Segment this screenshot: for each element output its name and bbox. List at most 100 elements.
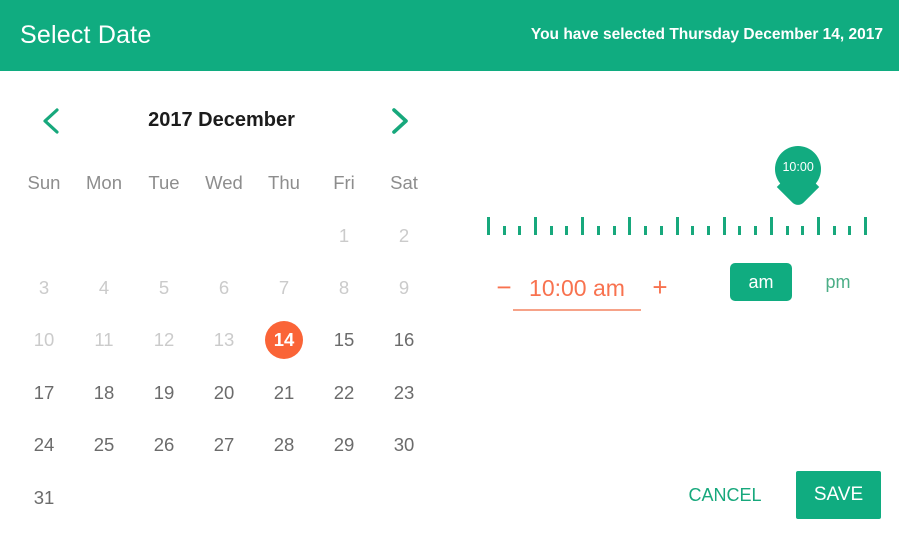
calendar-day: 13: [213, 329, 235, 351]
dow-label: Wed: [205, 172, 243, 194]
calendar-day[interactable]: 29: [314, 419, 374, 471]
calendar-day[interactable]: 17: [14, 367, 74, 419]
calendar-day-empty: [374, 471, 434, 523]
calendar-day[interactable]: 23: [374, 367, 434, 419]
calendar-day[interactable]: 24: [14, 419, 74, 471]
calendar-day[interactable]: 25: [74, 419, 134, 471]
dow-label: Tue: [148, 172, 180, 194]
calendar-day[interactable]: 19: [134, 367, 194, 419]
slider-tick: [675, 217, 679, 235]
calendar-day: 12: [153, 329, 175, 351]
slider-tick: [848, 226, 852, 235]
calendar-day-empty: [134, 471, 194, 523]
calendar-day-empty: [74, 209, 134, 261]
slider-tick: [487, 217, 490, 235]
save-button[interactable]: SAVE: [796, 471, 881, 519]
date-time-picker-dialog: Select Date You have selected Thursday D…: [0, 0, 899, 533]
slider-tick: [502, 226, 506, 235]
calendar-day-empty: [14, 209, 74, 261]
dow-label: Sat: [390, 172, 418, 194]
meridiem-pm-button[interactable]: pm: [807, 263, 869, 301]
calendar-nav: 2017 December: [0, 95, 455, 145]
time-slider-handle-label: 10:00: [782, 160, 814, 174]
slider-tick: [864, 217, 867, 235]
dialog-header: Select Date You have selected Thursday D…: [0, 0, 899, 71]
calendar-day[interactable]: 21: [254, 367, 314, 419]
time-slider-track[interactable]: [487, 213, 867, 235]
slider-tick: [518, 226, 522, 235]
calendar-day: 4: [98, 276, 110, 298]
calendar-day: 3: [38, 276, 50, 298]
calendar-day: 5: [158, 276, 170, 298]
page-title: Select Date: [20, 21, 152, 49]
slider-tick: [769, 217, 773, 235]
calendar-grid: Sun Mon Tue Wed Thu Fri Sat 1 2 3 4 5 6 7 8 9 10 1…: [14, 157, 434, 524]
calendar-week-row: 10 11 12 13 14 15 16: [14, 314, 434, 366]
meridiem-am-button[interactable]: am: [730, 263, 792, 301]
calendar-day[interactable]: 31: [14, 471, 74, 523]
dow-label: Fri: [333, 172, 355, 194]
time-value-input[interactable]: 10:00 am: [513, 267, 641, 311]
slider-tick: [722, 217, 726, 235]
calendar-day[interactable]: 27: [194, 419, 254, 471]
time-slider[interactable]: 10:00: [487, 146, 867, 241]
slider-tick: [597, 226, 601, 235]
calendar-day-empty: [254, 209, 314, 261]
calendar-day[interactable]: 16: [374, 314, 434, 366]
slider-tick: [706, 226, 710, 235]
calendar-day: 7: [278, 276, 290, 298]
slider-tick: [691, 226, 695, 235]
calendar-day-empty: [314, 471, 374, 523]
time-picker-panel: 10:00 − 10:00 am + am pm CANCEL SAVE: [455, 71, 899, 533]
time-slider-handle[interactable]: 10:00: [775, 146, 822, 209]
calendar-day[interactable]: 28: [254, 419, 314, 471]
slider-tick: [753, 226, 757, 235]
cancel-button[interactable]: CANCEL: [677, 475, 773, 515]
calendar-day[interactable]: 26: [134, 419, 194, 471]
increment-time-button[interactable]: +: [647, 267, 673, 307]
slider-tick: [659, 226, 663, 235]
calendar-day-label: 14: [273, 329, 295, 351]
dialog-body: 2017 December Sun Mon Tue Wed Thu Fri Sa…: [0, 71, 899, 533]
slider-tick: [549, 226, 553, 235]
calendar-day[interactable]: 20: [194, 367, 254, 419]
calendar-week-row: 31: [14, 471, 434, 523]
calendar-dow-row: Sun Mon Tue Wed Thu Fri Sat: [14, 157, 434, 209]
calendar-day[interactable]: 15: [314, 314, 374, 366]
calendar-week-row: 24 25 26 27 28 29 30: [14, 419, 434, 471]
slider-tick: [832, 226, 836, 235]
calendar-day[interactable]: 18: [74, 367, 134, 419]
calendar-day: 1: [338, 224, 350, 246]
selection-status-text: You have selected Thursday December 14, …: [530, 26, 883, 43]
calendar-day-empty: [194, 471, 254, 523]
calendar-day-empty: [74, 471, 134, 523]
calendar-day[interactable]: 30: [374, 419, 434, 471]
calendar-day: 9: [398, 276, 410, 298]
calendar-day: 8: [338, 276, 350, 298]
slider-tick: [738, 226, 742, 235]
calendar-day[interactable]: 22: [314, 367, 374, 419]
calendar-day: 10: [33, 329, 55, 351]
calendar-day-empty: [134, 209, 194, 261]
slider-tick: [644, 226, 648, 235]
slider-tick: [581, 217, 585, 235]
slider-tick: [785, 226, 789, 235]
slider-tick: [612, 226, 616, 235]
slider-tick: [816, 217, 820, 235]
calendar-day: 11: [94, 329, 114, 351]
dow-label: Mon: [86, 172, 122, 194]
calendar-day-selected[interactable]: 14: [254, 314, 314, 366]
calendar-day-empty: [254, 471, 314, 523]
calendar-day: 2: [398, 224, 410, 246]
calendar-day-empty: [194, 209, 254, 261]
calendar-week-row: 3 4 5 6 7 8 9: [14, 262, 434, 314]
time-input-row: − 10:00 am + am pm: [455, 263, 899, 323]
slider-tick: [565, 226, 569, 235]
calendar-day: 6: [218, 276, 230, 298]
slider-tick: [628, 217, 632, 235]
slider-tick: [534, 217, 538, 235]
dow-label: Thu: [268, 172, 300, 194]
calendar-week-row: 12: [14, 209, 434, 261]
dow-label: Sun: [27, 172, 61, 194]
chevron-right-icon[interactable]: [380, 103, 418, 139]
